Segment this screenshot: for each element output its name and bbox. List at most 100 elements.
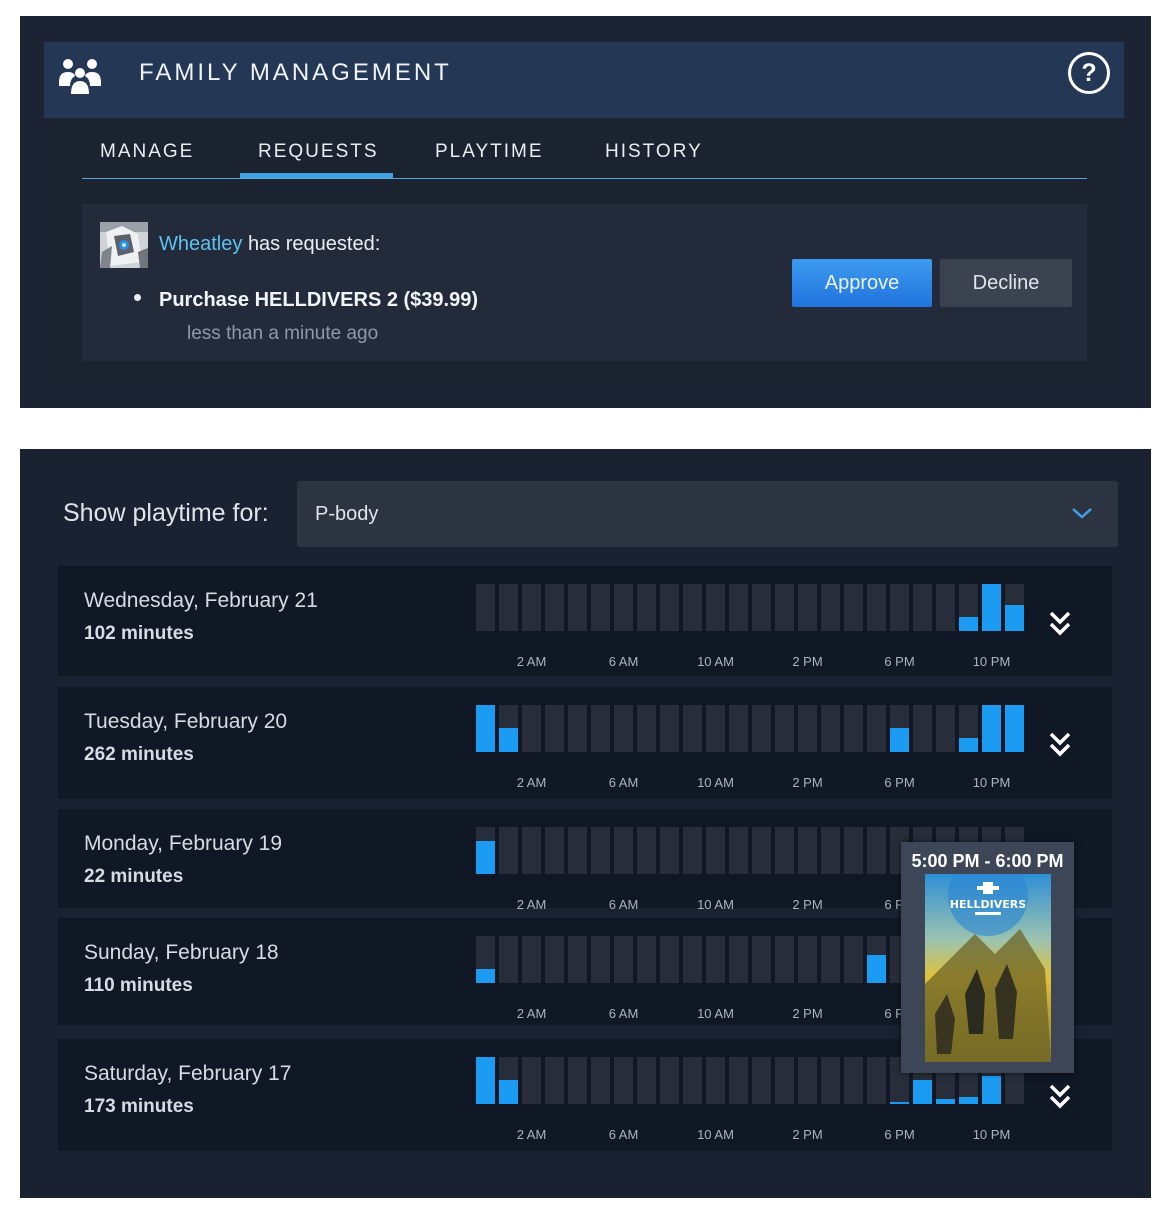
hour-slot[interactable]	[614, 1057, 633, 1104]
hour-slot[interactable]	[729, 584, 748, 631]
hour-slot[interactable]	[844, 584, 863, 631]
hour-playtime-bar[interactable]	[890, 1102, 909, 1104]
hour-playtime-bar[interactable]	[913, 1080, 932, 1104]
hour-slot[interactable]	[683, 584, 702, 631]
hour-slot[interactable]	[729, 936, 748, 983]
hour-slot[interactable]	[499, 936, 518, 983]
hour-slot[interactable]	[729, 1057, 748, 1104]
hour-slot[interactable]	[637, 1057, 656, 1104]
hour-slot[interactable]	[936, 705, 955, 752]
hour-slot[interactable]	[637, 584, 656, 631]
hour-slot[interactable]	[614, 936, 633, 983]
hour-playtime-bar[interactable]	[890, 728, 909, 752]
hour-playtime-bar[interactable]	[476, 841, 495, 874]
hour-slot[interactable]	[936, 584, 955, 631]
hour-slot[interactable]	[683, 827, 702, 874]
hour-slot[interactable]	[798, 1057, 817, 1104]
hour-playtime-bar[interactable]	[476, 705, 495, 752]
hour-slot[interactable]	[775, 936, 794, 983]
hour-slot[interactable]	[844, 827, 863, 874]
hour-playtime-bar[interactable]	[936, 1099, 955, 1104]
hour-slot[interactable]	[660, 1057, 679, 1104]
hour-slot[interactable]	[637, 827, 656, 874]
hour-slot[interactable]	[706, 705, 725, 752]
hour-slot[interactable]	[637, 936, 656, 983]
hour-slot[interactable]	[476, 584, 495, 631]
hour-playtime-bar[interactable]	[982, 705, 1001, 752]
hour-playtime-bar[interactable]	[476, 969, 495, 983]
help-button[interactable]: ?	[1068, 52, 1110, 94]
hour-slot[interactable]	[614, 705, 633, 752]
hour-slot[interactable]	[522, 1057, 541, 1104]
hour-slot[interactable]	[821, 1057, 840, 1104]
hour-slot[interactable]	[798, 827, 817, 874]
hour-slot[interactable]	[706, 1057, 725, 1104]
tab-requests[interactable]: REQUESTS	[258, 140, 379, 164]
decline-button[interactable]: Decline	[940, 259, 1072, 307]
hour-slot[interactable]	[591, 827, 610, 874]
hour-slot[interactable]	[614, 827, 633, 874]
hour-slot[interactable]	[660, 936, 679, 983]
hour-slot[interactable]	[706, 936, 725, 983]
hour-playtime-bar[interactable]	[982, 1076, 1001, 1104]
hour-slot[interactable]	[752, 936, 771, 983]
hour-slot[interactable]	[867, 827, 886, 874]
double-chevron-down-icon[interactable]	[1048, 609, 1072, 639]
family-member-select[interactable]: P-body	[297, 481, 1118, 547]
hour-slot[interactable]	[798, 705, 817, 752]
hour-slot[interactable]	[844, 1057, 863, 1104]
approve-button[interactable]: Approve	[792, 259, 932, 307]
tab-manage[interactable]: MANAGE	[100, 140, 194, 164]
hour-slot[interactable]	[867, 584, 886, 631]
hour-slot[interactable]	[568, 584, 587, 631]
hour-playtime-bar[interactable]	[1005, 605, 1024, 631]
hour-slot[interactable]	[522, 827, 541, 874]
hour-slot[interactable]	[545, 705, 564, 752]
hour-slot[interactable]	[568, 936, 587, 983]
hour-slot[interactable]	[729, 827, 748, 874]
hour-slot[interactable]	[660, 705, 679, 752]
hour-slot[interactable]	[844, 936, 863, 983]
hour-playtime-bar[interactable]	[499, 728, 518, 752]
hour-slot[interactable]	[752, 827, 771, 874]
hour-slot[interactable]	[683, 705, 702, 752]
hour-slot[interactable]	[591, 584, 610, 631]
hour-slot[interactable]	[683, 936, 702, 983]
hour-slot[interactable]	[706, 827, 725, 874]
hour-playtime-bar[interactable]	[959, 617, 978, 631]
hour-slot[interactable]	[775, 827, 794, 874]
hour-playtime-bar[interactable]	[982, 584, 1001, 631]
hour-slot[interactable]	[821, 584, 840, 631]
hour-slot[interactable]	[752, 1057, 771, 1104]
hour-playtime-bar[interactable]	[1005, 705, 1024, 752]
hour-slot[interactable]	[775, 705, 794, 752]
hour-slot[interactable]	[545, 1057, 564, 1104]
double-chevron-down-icon[interactable]	[1048, 1082, 1072, 1112]
hour-playtime-bar[interactable]	[959, 738, 978, 752]
hour-slot[interactable]	[568, 1057, 587, 1104]
hour-slot[interactable]	[591, 936, 610, 983]
hour-slot[interactable]	[844, 705, 863, 752]
hour-slot[interactable]	[545, 827, 564, 874]
hour-slot[interactable]	[522, 936, 541, 983]
tab-playtime[interactable]: PLAYTIME	[435, 140, 544, 164]
hour-slot[interactable]	[545, 936, 564, 983]
hour-slot[interactable]	[821, 936, 840, 983]
hour-slot[interactable]	[660, 827, 679, 874]
hour-slot[interactable]	[499, 827, 518, 874]
hour-playtime-bar[interactable]	[959, 1097, 978, 1104]
hour-slot[interactable]	[890, 584, 909, 631]
hour-slot[interactable]	[660, 584, 679, 631]
hour-slot[interactable]	[798, 936, 817, 983]
hour-slot[interactable]	[752, 584, 771, 631]
hour-slot[interactable]	[867, 1057, 886, 1104]
hour-slot[interactable]	[499, 584, 518, 631]
hour-playtime-bar[interactable]	[476, 1057, 495, 1104]
hour-slot[interactable]	[798, 584, 817, 631]
hour-slot[interactable]	[522, 705, 541, 752]
hour-slot[interactable]	[821, 827, 840, 874]
hour-slot[interactable]	[821, 705, 840, 752]
hour-slot[interactable]	[637, 705, 656, 752]
hour-slot[interactable]	[591, 1057, 610, 1104]
hour-playtime-bar[interactable]	[867, 955, 886, 983]
